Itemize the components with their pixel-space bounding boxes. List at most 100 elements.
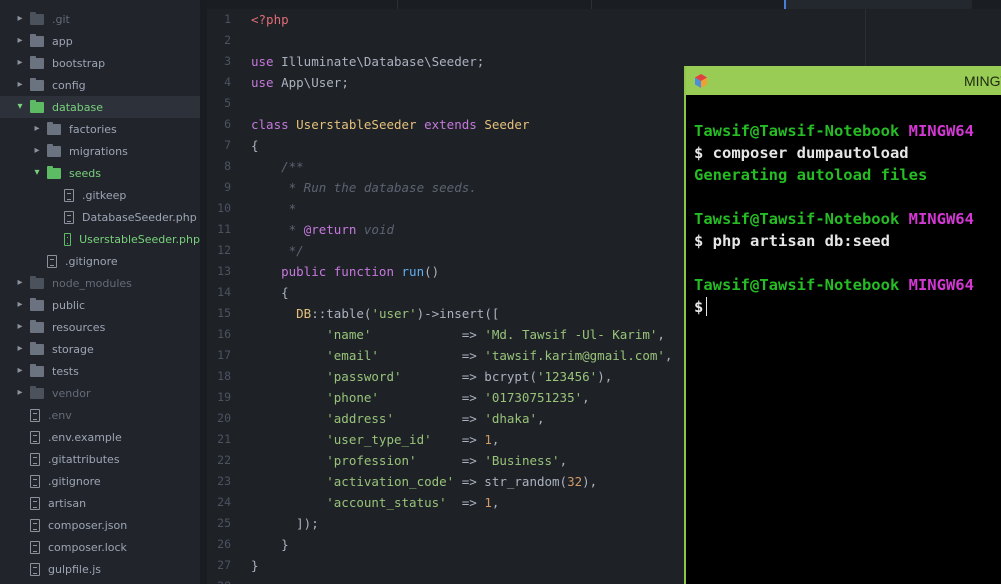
file-icon <box>30 496 40 510</box>
tree-file-composer-json[interactable]: composer.json <box>0 514 200 536</box>
code-line[interactable]: 'activation_code' => str_random(32), <box>251 471 597 492</box>
chevron-right-icon[interactable]: ▸ <box>16 300 24 310</box>
code-line[interactable]: use Illuminate\Database\Seeder; <box>251 51 484 72</box>
tree-folder-public[interactable]: ▸ public <box>0 294 200 316</box>
file-icon <box>64 188 74 202</box>
terminal-line: Generating autoload files <box>694 164 927 186</box>
code-line[interactable]: <?php <box>251 9 289 30</box>
line-number: 10 <box>217 201 231 215</box>
code-line[interactable]: public function run() <box>251 261 439 282</box>
chevron-right-icon[interactable]: ▸ <box>16 36 24 46</box>
tree-folder-tests[interactable]: ▸ tests <box>0 360 200 382</box>
code-line[interactable]: } <box>251 555 259 576</box>
tree-item-label: composer.json <box>48 518 128 532</box>
tree-folder-storage[interactable]: ▸ storage <box>0 338 200 360</box>
code-token: 'Business' <box>484 453 560 468</box>
tree-file-composer-lock[interactable]: composer.lock <box>0 536 200 558</box>
chevron-right-icon[interactable]: ▸ <box>16 344 24 354</box>
tab-active[interactable] <box>786 0 972 9</box>
terminal-cursor <box>706 297 707 316</box>
code-line[interactable]: */ <box>251 240 304 261</box>
code-token: { <box>251 285 289 300</box>
tree-file-gitkeep[interactable]: .gitkeep <box>0 184 200 206</box>
chevron-down-icon[interactable]: ▾ <box>16 102 24 112</box>
chevron-right-icon[interactable]: ▸ <box>16 58 24 68</box>
tree-file-gulpfile-js[interactable]: gulpfile.js <box>0 558 200 580</box>
chevron-right-icon[interactable]: ▸ <box>16 80 24 90</box>
code-line[interactable]: DB::table('user')->insert([ <box>251 303 499 324</box>
code-line[interactable]: use App\User; <box>251 72 349 93</box>
code-token: => <box>431 432 485 447</box>
tree-file-databaseseeder-php[interactable]: DatabaseSeeder.php <box>0 206 200 228</box>
code-line[interactable]: ]); <box>251 513 319 534</box>
tree-file-env[interactable]: .env <box>0 404 200 426</box>
terminal-title: MINGW64 <box>964 73 1001 89</box>
line-number: 15 <box>217 306 231 320</box>
chevron-right-icon[interactable]: ▸ <box>16 278 24 288</box>
code-line[interactable]: * <box>251 198 297 219</box>
code-line[interactable]: 'profession' => 'Business', <box>251 450 567 471</box>
tree-folder-database[interactable]: ▾ database <box>0 96 200 118</box>
tree-folder-node-modules[interactable]: ▸ node_modules <box>0 272 200 294</box>
tree-folder-factories[interactable]: ▸ factories <box>0 118 200 140</box>
terminal-text: MINGW64 <box>908 122 974 140</box>
code-line[interactable]: * @return void <box>251 219 394 240</box>
tree-folder-git[interactable]: ▸ .git <box>0 8 200 30</box>
tree-folder-bootstrap[interactable]: ▸ bootstrap <box>0 52 200 74</box>
code-line[interactable]: 'address' => 'dhaka', <box>251 408 544 429</box>
code-line[interactable]: 'user_type_id' => 1, <box>251 429 499 450</box>
code-token: 32 <box>567 474 583 489</box>
chevron-right-icon[interactable]: ▸ <box>16 14 24 24</box>
code-line[interactable]: } <box>251 534 289 555</box>
chevron-right-icon[interactable]: ▸ <box>16 388 24 398</box>
tree-item-label: seeds <box>69 166 101 180</box>
tree-file-userstableseeder-php[interactable]: UserstableSeeder.php <box>0 228 200 250</box>
chevron-down-icon[interactable]: ▾ <box>33 168 41 178</box>
mingw-icon <box>695 74 707 88</box>
line-number: 17 <box>217 348 231 362</box>
tree-file-gitignore[interactable]: .gitignore <box>0 250 200 272</box>
tree-file-gitignore[interactable]: .gitignore <box>0 470 200 492</box>
file-icon <box>30 540 40 554</box>
line-number: 27 <box>217 558 231 572</box>
code-line[interactable]: 'name' => 'Md. Tawsif -Ul- Karim', <box>251 324 665 345</box>
code-token: => <box>378 348 485 363</box>
terminal-titlebar[interactable]: MINGW64 <box>686 66 1001 95</box>
code-line[interactable]: { <box>251 282 289 303</box>
tree-file-gitattributes[interactable]: .gitattributes <box>0 448 200 470</box>
tree-file-env-example[interactable]: .env.example <box>0 426 200 448</box>
tree-view-resize-handle[interactable] <box>200 0 207 584</box>
chevron-right-icon[interactable]: ▸ <box>33 124 41 134</box>
code-line[interactable]: { <box>251 135 259 156</box>
tree-item-label: gulpfile.js <box>48 562 102 576</box>
chevron-right-icon[interactable]: ▸ <box>33 146 41 156</box>
tree-folder-seeds[interactable]: ▾ seeds <box>0 162 200 184</box>
tree-file-artisan[interactable]: artisan <box>0 492 200 514</box>
terminal-text: Tawsif@Tawsif-Notebook <box>694 210 909 228</box>
tree-item-label: DatabaseSeeder.php <box>82 210 197 224</box>
tree-folder-migrations[interactable]: ▸ migrations <box>0 140 200 162</box>
tree-folder-config[interactable]: ▸ config <box>0 74 200 96</box>
tree-folder-app[interactable]: ▸ app <box>0 30 200 52</box>
code-line[interactable]: 'phone' => '01730751235', <box>251 387 589 408</box>
code-line[interactable]: 'password' => bcrypt('123456'), <box>251 366 612 387</box>
tree-item-label: .gitignore <box>65 254 118 268</box>
folder-icon <box>30 275 44 289</box>
tree-folder-vendor[interactable]: ▸ vendor <box>0 382 200 404</box>
terminal-window[interactable]: MINGW64 Tawsif@Tawsif-Notebook MINGW64 $ … <box>684 66 1001 584</box>
code-line[interactable]: /** <box>251 156 304 177</box>
code-line[interactable]: * Run the database seeds. <box>251 177 477 198</box>
tree-item-label: node_modules <box>52 276 132 290</box>
code-line[interactable]: 'email' => 'tawsif.karim@gmail.com', <box>251 345 672 366</box>
folder-icon <box>30 297 44 311</box>
tree-folder-resources[interactable]: ▸ resources <box>0 316 200 338</box>
code-token: ), <box>597 369 613 384</box>
folder-icon <box>30 319 44 333</box>
code-line[interactable]: 'account_status' => 1, <box>251 492 499 513</box>
line-number: 4 <box>224 75 231 89</box>
code-token: Illuminate\Database\Seeder; <box>281 54 485 69</box>
code-line[interactable]: class UserstableSeeder extends Seeder <box>251 114 529 135</box>
chevron-right-icon[interactable]: ▸ <box>16 322 24 332</box>
code-token: 'password' <box>251 369 402 384</box>
chevron-right-icon[interactable]: ▸ <box>16 366 24 376</box>
